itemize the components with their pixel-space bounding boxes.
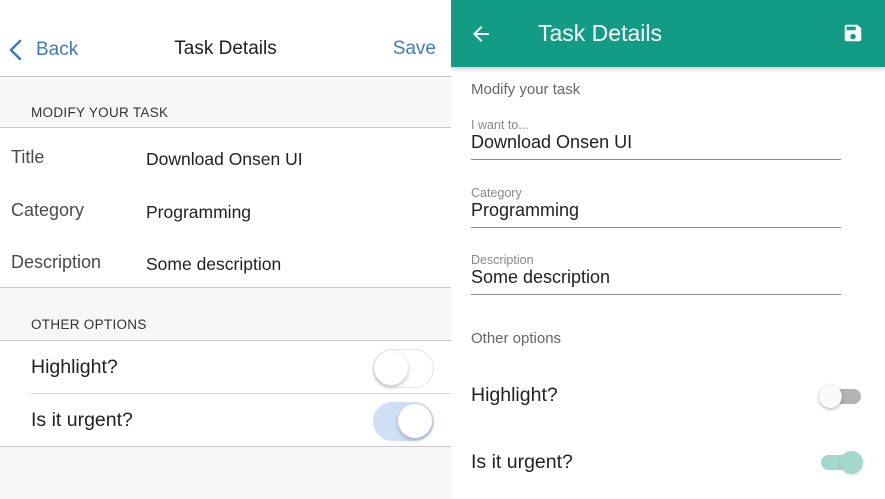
floppy-disk-icon[interactable] bbox=[842, 22, 864, 44]
arrow-back-icon[interactable] bbox=[469, 22, 493, 46]
highlight-option-label: Highlight? bbox=[31, 356, 118, 378]
urgent-option-label: Is it urgent? bbox=[31, 409, 133, 431]
switch-thumb bbox=[819, 385, 842, 408]
chevron-left-icon bbox=[9, 39, 22, 61]
urgent-switch[interactable] bbox=[819, 448, 865, 478]
description-field[interactable]: Description Some description bbox=[471, 253, 841, 295]
title-field-label: Title bbox=[11, 147, 45, 167]
section-header-modify: MODIFY YOUR TASK bbox=[31, 105, 169, 120]
highlight-switch[interactable] bbox=[373, 349, 434, 388]
save-button[interactable]: Save bbox=[393, 38, 436, 60]
description-input[interactable]: Some description bbox=[146, 254, 281, 275]
switch-knob bbox=[374, 351, 408, 385]
description-field-row[interactable]: Description Some description bbox=[0, 236, 451, 289]
category-field-label: Category bbox=[11, 200, 85, 220]
task-name-field-label: I want to... bbox=[471, 118, 529, 132]
back-button-label: Back bbox=[36, 39, 79, 60]
page-title: Task Details bbox=[174, 38, 277, 59]
description-field-label: Description bbox=[471, 253, 534, 267]
back-button[interactable]: Back bbox=[8, 36, 78, 64]
category-input[interactable]: Programming bbox=[146, 202, 251, 223]
task-name-input[interactable]: Download Onsen UI bbox=[471, 132, 632, 153]
ios-task-details-screen: Back Task Details Save MODIFY YOUR TASK … bbox=[0, 0, 451, 499]
urgent-option-row: Is it urgent? bbox=[0, 394, 451, 447]
task-fields-list: Title Download Onsen UI Category Program… bbox=[0, 127, 451, 288]
urgent-option-label: Is it urgent? bbox=[471, 451, 573, 473]
category-field-row[interactable]: Category Programming bbox=[0, 183, 451, 236]
section-header-modify: Modify your task bbox=[471, 81, 581, 98]
highlight-option-label: Highlight? bbox=[471, 384, 558, 406]
category-input[interactable]: Programming bbox=[471, 200, 579, 221]
category-field-label: Category bbox=[471, 186, 522, 200]
material-task-details-screen: Task Details Modify your task I want to.… bbox=[451, 0, 885, 499]
description-field-label: Description bbox=[11, 252, 102, 272]
switch-knob bbox=[398, 404, 432, 438]
title-field-row[interactable]: Title Download Onsen UI bbox=[0, 130, 451, 183]
highlight-switch[interactable] bbox=[819, 382, 865, 412]
title-input[interactable]: Download Onsen UI bbox=[146, 149, 303, 170]
description-input[interactable]: Some description bbox=[471, 267, 610, 288]
highlight-option-row: Highlight? bbox=[0, 341, 451, 394]
page-title: Task Details bbox=[538, 20, 662, 46]
material-toolbar: Task Details bbox=[451, 0, 885, 67]
task-name-field[interactable]: I want to... Download Onsen UI bbox=[471, 118, 841, 160]
options-list: Highlight? Is it urgent? bbox=[0, 340, 451, 447]
switch-thumb bbox=[840, 451, 863, 474]
ios-navigation-bar: Back Task Details Save bbox=[0, 0, 451, 77]
section-header-options: Other options bbox=[471, 330, 562, 347]
category-field[interactable]: Category Programming bbox=[471, 186, 841, 228]
section-header-options: OTHER OPTIONS bbox=[31, 317, 147, 332]
urgent-switch[interactable] bbox=[373, 402, 434, 441]
